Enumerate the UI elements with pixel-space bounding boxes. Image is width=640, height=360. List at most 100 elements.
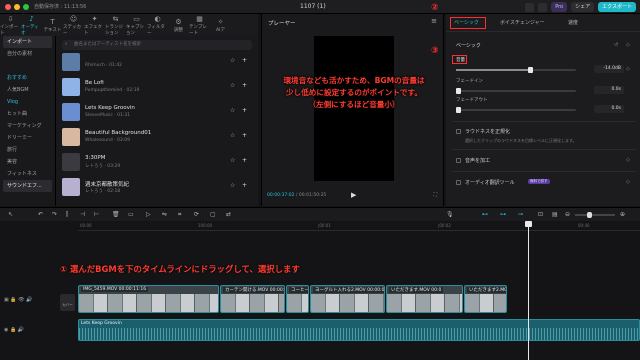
add-icon[interactable]: + — [242, 57, 247, 64]
fadeout-slider-knob[interactable] — [456, 107, 461, 113]
toolbar-ai-button[interactable]: ✧ AIア — [210, 14, 231, 36]
split-icon[interactable]: ⫿ — [66, 211, 68, 219]
play-range-icon[interactable]: ▷ — [146, 211, 151, 218]
favorite-icon[interactable]: ☆ — [230, 132, 235, 139]
fadeout-slider[interactable] — [456, 107, 576, 113]
favorite-icon[interactable]: ☆ — [230, 157, 235, 164]
volume-slider[interactable] — [456, 67, 576, 73]
playhead[interactable] — [528, 221, 529, 360]
split-left-icon[interactable]: ⊣ — [80, 211, 85, 218]
magnet-icon[interactable]: ⊷ — [482, 211, 488, 218]
enhance-checkbox[interactable] — [456, 158, 461, 163]
keyframe-icon[interactable]: ◇ — [626, 42, 630, 48]
toolbar-template-button[interactable]: ▦ テンプレート — [189, 14, 210, 36]
preview-axis-icon[interactable]: ⊸ — [518, 211, 523, 218]
close-window-button[interactable] — [5, 4, 11, 10]
volume-keyframe-icon[interactable]: ◇ — [626, 66, 630, 72]
music-search-input[interactable]: ⌕ 曲名またはアーティスト名を検索 — [62, 40, 252, 50]
category-item[interactable]: 美容 — [0, 156, 55, 168]
freeze-icon[interactable]: ▭ — [128, 211, 134, 218]
select-tool-icon[interactable]: ↖ — [8, 211, 13, 218]
fadeout-value[interactable]: 0.0s — [594, 105, 624, 113]
add-icon[interactable]: + — [242, 82, 247, 89]
toolbar-caption-button[interactable]: ▭ キャプション — [126, 14, 147, 36]
volume-value[interactable]: -14.0dB — [594, 65, 624, 73]
music-track-item[interactable]: 週末京都散策気紀 レトろう · 02:18 ☆ + — [62, 177, 252, 199]
video-clip[interactable]: ヨーグルト入れる2.MOV 00:00:06:1 — [310, 285, 385, 313]
fit-icon[interactable]: ▢ — [210, 211, 216, 218]
pro-button[interactable]: Pro — [551, 2, 568, 12]
delete-icon[interactable]: 🗑 — [112, 211, 120, 218]
layout-icon[interactable] — [538, 2, 548, 12]
mirror-icon[interactable]: ⇋ — [162, 211, 167, 218]
add-icon[interactable]: + — [242, 132, 247, 139]
toolbar-adjust-button[interactable]: ⚙ 調整 — [168, 14, 189, 36]
music-track-item[interactable]: 3:30PM レトろう · 03:29 ☆ + — [62, 152, 252, 174]
caption-icon[interactable]: ▤ — [552, 211, 558, 218]
music-track-item[interactable]: Be Lofi Pumpupthemind · 02:19 ☆ + — [62, 77, 252, 99]
share-button[interactable]: シェア — [571, 2, 595, 12]
add-icon[interactable]: + — [242, 107, 247, 114]
try-free-badge[interactable]: 無料で試す — [528, 179, 550, 184]
category-item[interactable]: 人気BGM — [0, 84, 55, 96]
fadein-slider[interactable] — [456, 88, 576, 94]
toolbar-filter-button[interactable]: ◐ フィルター — [147, 14, 168, 36]
category-item[interactable]: Vlog — [0, 96, 55, 108]
ai-translate-keyframe-icon[interactable]: ◇ — [626, 179, 630, 185]
toolbar-effect-button[interactable]: ✦ エフェクト — [84, 14, 105, 36]
category-item[interactable]: ドリーミー — [0, 132, 55, 144]
category-item[interactable]: フィットネス — [0, 168, 55, 180]
shortcut-icon[interactable] — [525, 2, 535, 12]
redo-icon[interactable]: ↷ — [52, 211, 57, 218]
ai-translate-checkbox[interactable] — [456, 180, 461, 185]
zoom-in-icon[interactable]: ⊕ — [620, 211, 625, 218]
zoom-out-icon[interactable]: ⊖ — [565, 211, 570, 218]
fadein-slider-knob[interactable] — [456, 88, 461, 94]
video-clip[interactable]: コーヒー.MOV 00:0 — [286, 285, 309, 313]
video-clip[interactable]: いただきます2.MOV 00:00:06:2 — [464, 285, 507, 313]
favorite-icon[interactable]: ☆ — [230, 107, 235, 114]
zoom-slider-knob[interactable] — [587, 212, 592, 218]
tab-speed[interactable]: 速度 — [568, 19, 578, 26]
category-item[interactable]: ヒット曲 — [0, 108, 55, 120]
favorite-icon[interactable]: ☆ — [230, 182, 235, 189]
timeline-ruler[interactable]: 00:00 100:00 |00:01 |00:02 00:40 — [78, 221, 640, 231]
player-menu-icon[interactable]: ≡ — [431, 17, 437, 25]
link-icon[interactable]: ⊶ — [500, 211, 506, 218]
reverse-icon[interactable]: ⇄ — [226, 211, 231, 218]
cover-button[interactable]: カバー — [60, 294, 75, 311]
enhance-keyframe-icon[interactable]: ◇ — [626, 157, 630, 163]
category-item[interactable]: マーケティング — [0, 120, 55, 132]
zoom-fit-icon[interactable]: ⊡ — [538, 211, 543, 218]
toolbar-text-button[interactable]: T テキスト — [42, 14, 63, 36]
rotate-icon[interactable]: ⟳ — [194, 211, 199, 218]
add-icon[interactable]: + — [242, 157, 247, 164]
toolbar-import-button[interactable]: ⇩ インポート — [0, 14, 21, 36]
reset-icon[interactable]: ↺ — [614, 42, 618, 48]
fullscreen-icon[interactable]: ⛶ — [433, 192, 437, 198]
add-icon[interactable]: + — [242, 182, 247, 189]
fadein-value[interactable]: 0.0s — [594, 86, 624, 94]
export-button[interactable]: エクスポート — [598, 2, 636, 12]
category-item[interactable]: 自分の素材 — [0, 48, 55, 60]
favorite-icon[interactable]: ☆ — [230, 57, 235, 64]
video-clip[interactable]: IMG_5459.MOV 00:00:11:16 — [78, 285, 219, 313]
minimize-window-button[interactable] — [14, 4, 20, 10]
video-clip[interactable]: カーテン開ける.MOV 00:00: — [220, 285, 285, 313]
video-clip[interactable]: いただきます.MOV 00:0 — [386, 285, 463, 313]
audio-clip[interactable]: Lets Keep Groovin — [78, 319, 640, 341]
crop-icon[interactable]: ⌗ — [178, 211, 181, 219]
playhead-handle[interactable] — [525, 221, 532, 227]
zoom-window-button[interactable] — [23, 4, 29, 10]
toolbar-sticker-button[interactable]: ☺ ステッカー — [63, 14, 84, 36]
record-icon[interactable]: 🎙 — [446, 211, 454, 218]
category-item[interactable]: おすすめ — [0, 72, 55, 84]
volume-slider-knob[interactable] — [528, 67, 534, 73]
category-item[interactable]: 旅行 — [0, 144, 55, 156]
toolbar-audio-button[interactable]: ♪ オーディオ — [21, 14, 42, 36]
split-right-icon[interactable]: ⊢ — [94, 211, 99, 218]
category-item[interactable]: サウンドエフ... — [3, 180, 52, 192]
normalize-checkbox[interactable] — [456, 129, 461, 134]
toolbar-transition-button[interactable]: ⇆ トランジション — [105, 14, 126, 36]
undo-icon[interactable]: ↶ — [38, 211, 43, 218]
